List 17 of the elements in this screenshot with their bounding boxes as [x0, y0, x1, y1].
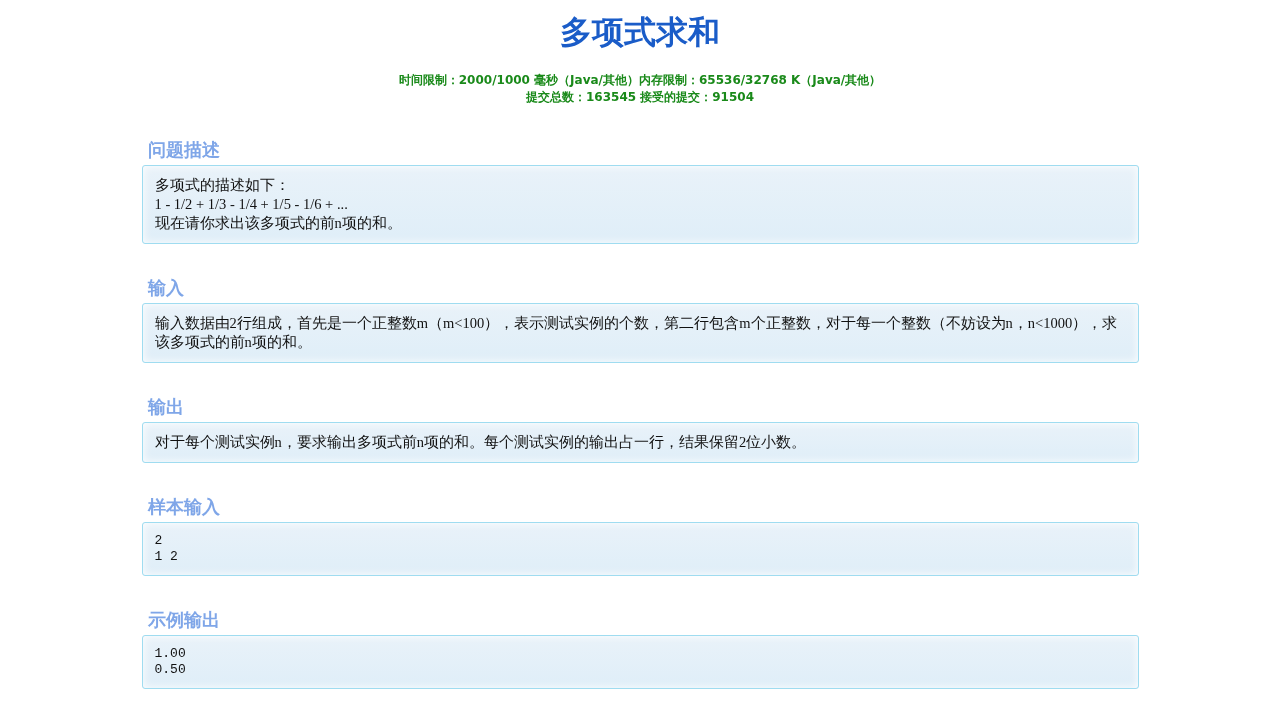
- text-line: 多项式的描述如下：: [154, 176, 290, 195]
- code-line: 1.00: [154, 646, 186, 662]
- text-line: 1 - 1/2 + 1/3 - 1/4 + 1/5 - 1/6 + ...: [154, 195, 348, 214]
- code-line: 1 2: [154, 549, 178, 565]
- limits-text: 时间限制：2000/1000 毫秒（Java/其他）内存限制：65536/32768 K（Java/其他）: [398, 72, 882, 89]
- code-line: 0.50: [154, 662, 186, 678]
- text-line: 现在请你求出该多项式的前n项的和。: [154, 214, 402, 233]
- section-heading: 输入: [147, 276, 184, 300]
- section-heading: 输出: [147, 395, 184, 419]
- text-line: 对于每个测试实例n，要求输出多项式前n项的和。每个测试实例的输出占一行，结果保留2位小数。: [154, 433, 807, 452]
- section-heading: 问题描述: [147, 138, 220, 162]
- text-line: 输入数据由2行组成，首先是一个正整数m（m<100），表示测试实例的个数，第二行包含m个正整数，对于每一个整数（不妨设为n，n<1000），求该多项式的前n项的和。: [154, 314, 1119, 352]
- problem-title: 多项式求和: [560, 12, 720, 52]
- limits-text: 提交总数：163545 接受的提交：91504: [526, 89, 754, 106]
- section-heading: 示例输出: [147, 608, 220, 632]
- code-line: 2: [154, 533, 163, 549]
- section-heading: 样本输入: [147, 495, 220, 519]
